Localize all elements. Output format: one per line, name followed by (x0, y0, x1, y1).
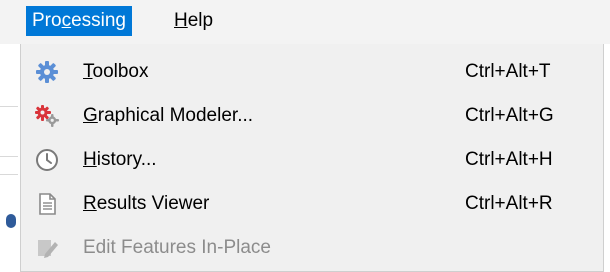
menu-item-edit-features-in-place: Edit Features In-Place (21, 226, 603, 270)
access-key-underline: T (83, 61, 93, 82)
menu-item-results-viewer[interactable]: Results Viewer Ctrl+Alt+R (21, 182, 603, 226)
gear-icon (35, 60, 59, 84)
menu-item-history-label: History... (83, 149, 157, 170)
menu-item-toolbox-shortcut: Ctrl+Alt+T (465, 61, 551, 82)
edit-features-icon (35, 236, 59, 260)
underlying-window-edge (0, 44, 20, 272)
underlying-divider (0, 106, 18, 107)
menu-help[interactable]: Help (168, 6, 219, 36)
underlying-divider (0, 174, 18, 175)
menu-processing[interactable]: Processing (26, 6, 132, 36)
menu-item-results-viewer-label: Results Viewer (83, 193, 210, 214)
menu-item-edit-features-in-place-label: Edit Features In-Place (83, 237, 271, 258)
menu-item-results-viewer-shortcut: Ctrl+Alt+R (465, 193, 553, 214)
access-key-underline: R (83, 193, 97, 214)
underlying-window-icon (6, 214, 16, 228)
menu-item-toolbox-label: Toolbox (83, 61, 149, 82)
menu-item-graphical-modeler[interactable]: Graphical Modeler... Ctrl+Alt+G (21, 94, 603, 138)
access-key-underline: G (83, 105, 98, 126)
clock-icon (35, 148, 59, 172)
menu-help-label: Help (174, 10, 214, 31)
menu-processing-label: Processing (32, 10, 126, 31)
processing-dropdown-menu: Toolbox Ctrl+Alt+T Graphical Modeler... … (20, 44, 604, 272)
menu-item-history-shortcut: Ctrl+Alt+H (465, 149, 553, 170)
menu-item-toolbox[interactable]: Toolbox Ctrl+Alt+T (21, 50, 603, 94)
access-key-underline: H (83, 149, 97, 170)
document-icon (35, 192, 59, 216)
menu-item-graphical-modeler-label: Graphical Modeler... (83, 105, 254, 126)
access-key-underline: c (61, 10, 72, 31)
menu-item-graphical-modeler-shortcut: Ctrl+Alt+G (465, 105, 554, 126)
access-key-underline: H (174, 10, 188, 31)
menu-bar: Processing Help (0, 0, 610, 44)
menu-item-history[interactable]: History... Ctrl+Alt+H (21, 138, 603, 182)
application-window: Processing Help Toolbox Ctrl+Alt+T Graph… (0, 0, 610, 272)
model-gears-icon (35, 104, 59, 128)
underlying-divider (0, 156, 18, 157)
